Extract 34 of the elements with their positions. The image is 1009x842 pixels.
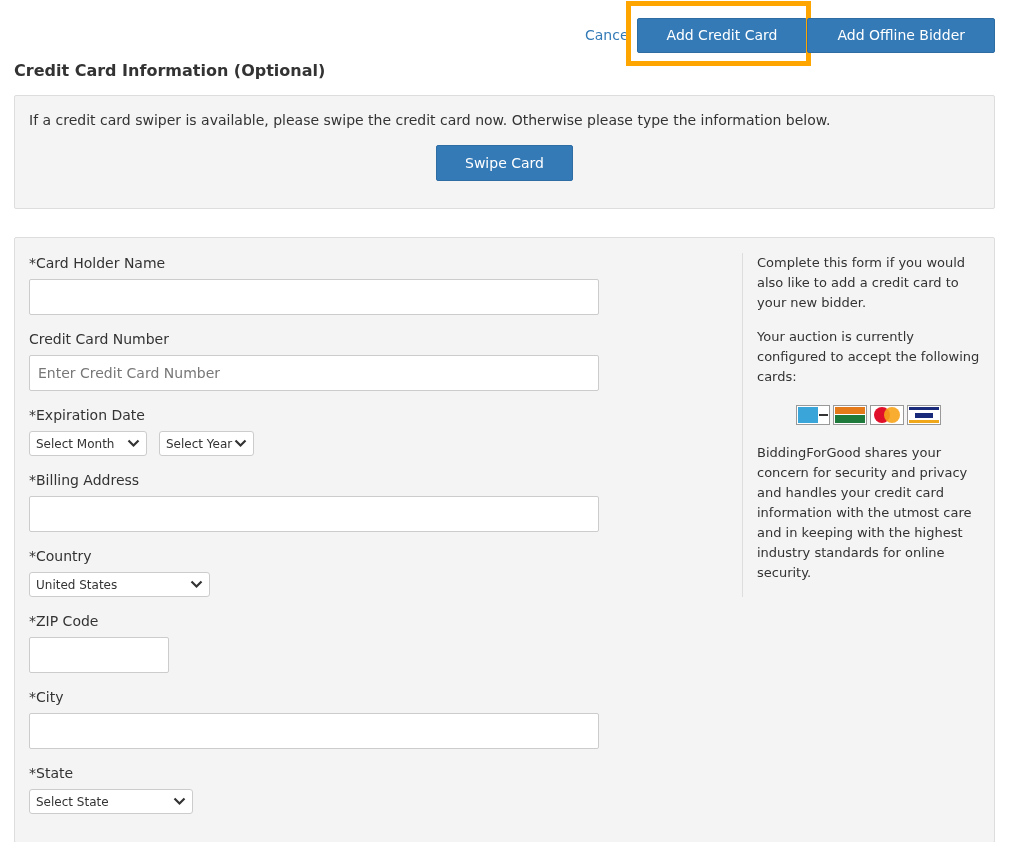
card-logo-icon <box>796 405 830 425</box>
swipe-instructions: If a credit card swiper is available, please swipe the credit card now. Otherwise please type the information below. <box>29 111 831 130</box>
field-label: *Billing Address <box>29 471 141 490</box>
info-text: BiddingForGood shares your concern for security and privacy and handles your credit card information with the utmost care and in keeping with the highest industry standards for online security. <box>757 444 973 582</box>
chevron-down-icon <box>173 797 186 806</box>
action-button[interactable]: Add Offline Bidder <box>807 18 995 53</box>
select-dropdown[interactable]: United States <box>29 572 210 597</box>
field-label: *State <box>29 764 75 783</box>
text-input-field[interactable] <box>29 713 599 749</box>
field-label: *Card Holder Name <box>29 254 167 273</box>
field-label: *ZIP Code <box>29 612 100 631</box>
field-label: *Country <box>29 547 93 566</box>
card-logo-icon <box>833 405 867 425</box>
chevron-down-icon <box>234 439 247 448</box>
card-logo-icon <box>907 405 941 425</box>
field-label: *Expiration Date <box>29 406 146 425</box>
field-label: *City <box>29 688 65 707</box>
text-input-field[interactable]: Enter Credit Card Number <box>29 355 599 391</box>
swipe-card-button[interactable]: Swipe Card <box>436 145 573 181</box>
info-text: Complete this form if you would also like to add a credit card to your new bidder. <box>757 254 967 312</box>
field-label: Credit Card Number <box>29 330 170 349</box>
action-button[interactable]: Add Credit Card <box>636 18 808 53</box>
text-input-field[interactable] <box>29 279 599 315</box>
cancel-link[interactable]: Cance <box>585 25 629 46</box>
select-dropdown[interactable]: Select State <box>29 789 193 814</box>
text-input-field[interactable] <box>29 496 599 532</box>
card-logo-icon <box>870 405 904 425</box>
select-dropdown[interactable]: Select Year <box>159 431 254 456</box>
chevron-down-icon <box>127 439 140 448</box>
text-input-field[interactable] <box>29 637 169 673</box>
info-text: Your auction is currently configured to accept the following cards: <box>757 328 980 386</box>
chevron-down-icon <box>190 580 203 589</box>
section-title: Credit Card Information (Optional) <box>14 60 327 82</box>
select-dropdown[interactable]: Select Month <box>29 431 147 456</box>
